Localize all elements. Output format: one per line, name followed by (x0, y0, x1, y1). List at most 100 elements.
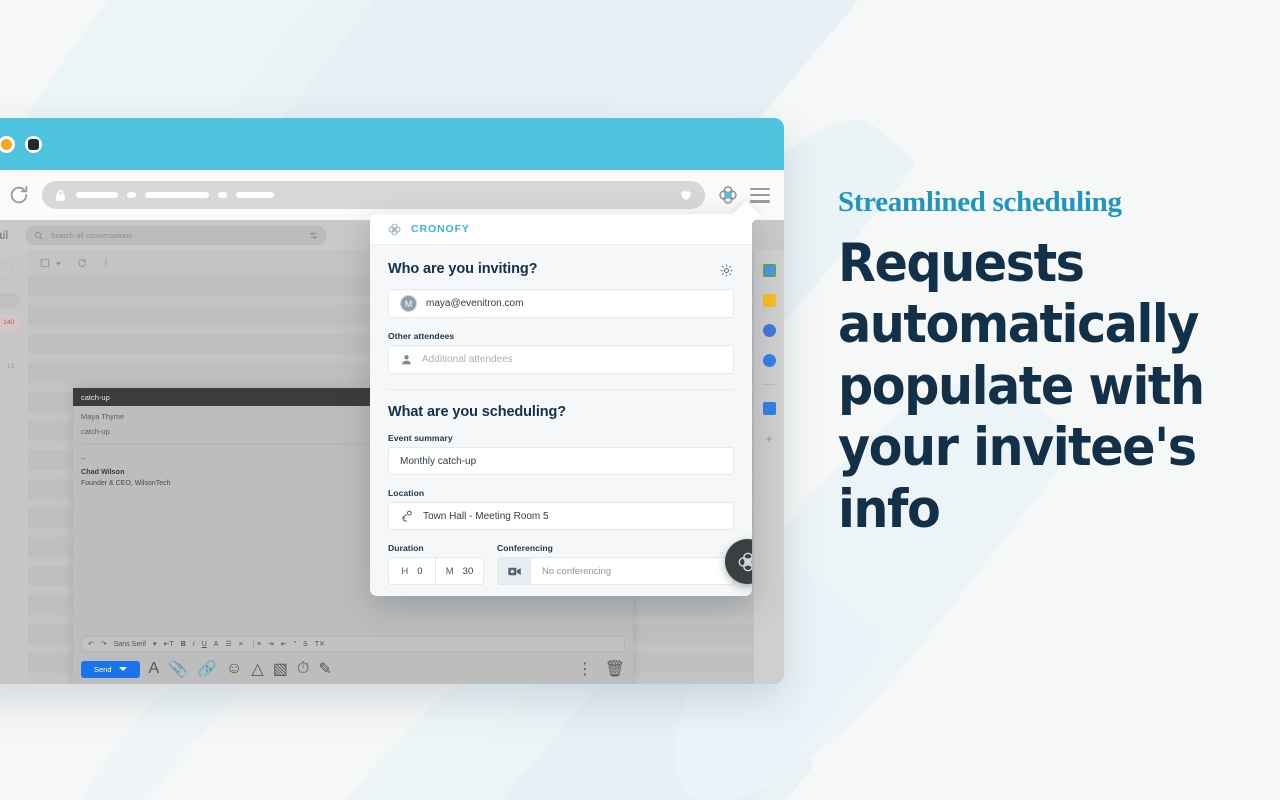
insert-drive-icon[interactable]: △ (251, 659, 263, 679)
format-options-icon[interactable]: A (149, 660, 160, 678)
gmail-search-placeholder: Search all conversations (50, 230, 133, 240)
italic-icon[interactable]: I (193, 641, 195, 648)
calendar-icon[interactable] (762, 264, 776, 277)
indent-less-icon[interactable]: ⇥ (268, 640, 274, 648)
gmail-logo: Gmail (0, 228, 9, 242)
who-section-header: Who are you inviting? (388, 261, 734, 278)
contacts-icon[interactable] (762, 354, 776, 367)
send-options-icon[interactable] (118, 667, 127, 671)
duration-minutes-value: 30 (462, 565, 474, 577)
font-family-select[interactable]: Sans Serif (114, 641, 146, 648)
minimize-button[interactable] (0, 136, 15, 153)
refresh-icon[interactable] (77, 258, 87, 268)
duration-hours-value: 0 (417, 565, 423, 577)
undo-icon[interactable]: ↶ (88, 640, 94, 648)
popup-header: CRONOFY (370, 214, 752, 245)
sidebar-item[interactable] (0, 293, 20, 308)
what-section-title: What are you scheduling? (388, 404, 567, 420)
location-value: Town Hall - Meeting Room 5 (423, 510, 549, 522)
inbox-count: 140 (3, 319, 14, 326)
indent-more-icon[interactable]: ⇤ (281, 640, 287, 648)
numbered-list-icon[interactable]: ≡ (239, 641, 243, 648)
remove-formatting-icon[interactable]: T✕ (315, 640, 325, 648)
more-options-icon[interactable] (101, 258, 111, 268)
rail-divider (761, 384, 777, 385)
sidebar-item[interactable] (0, 381, 20, 396)
send-button[interactable]: Send (81, 660, 140, 678)
who-section-title: Who are you inviting? (388, 261, 538, 277)
duration-minutes-input[interactable]: M 30 (436, 557, 484, 585)
chevron-down-icon[interactable] (54, 259, 63, 268)
browser-navbar (0, 170, 784, 220)
conferencing-value[interactable]: No conferencing (531, 557, 734, 585)
cronofy-popup: CRONOFY Who are you inviting? M maya@eve… (370, 214, 752, 596)
maximize-button[interactable] (25, 136, 42, 153)
duration-label: Duration (388, 543, 424, 553)
underline-icon[interactable]: U (202, 641, 207, 648)
more-options-icon[interactable]: ⋮ (577, 659, 593, 679)
window-controls (0, 136, 42, 153)
section-divider (388, 389, 734, 390)
signature-name: Chad Wilson (81, 466, 125, 476)
strikethrough-icon[interactable]: S (303, 641, 308, 648)
redo-icon[interactable]: ↷ (101, 640, 107, 648)
event-summary-field[interactable]: Monthly catch-up (388, 447, 734, 475)
quote-icon[interactable]: ” (294, 641, 296, 648)
gear-icon[interactable] (719, 263, 734, 278)
duration-hours-unit: H (401, 565, 409, 577)
person-icon (402, 355, 411, 365)
brand-name: CRONOFY (411, 223, 470, 235)
add-icon[interactable]: + (765, 432, 773, 445)
text-color-icon[interactable]: A (214, 641, 219, 648)
drafts-count: 13 (6, 363, 14, 370)
conferencing-label: Conferencing (497, 543, 553, 553)
bulleted-list-icon[interactable]: ⋮≡ (250, 640, 261, 648)
browser-titlebar (0, 118, 784, 170)
compose-toolbar: ↶ ↷ Sans Serif ▾ ⇤T B I U A ☰ ≡ ⋮≡ ⇥ ⇤ ”… (73, 636, 633, 684)
keep-icon[interactable] (762, 294, 776, 307)
font-size-icon[interactable]: ⇤T (164, 640, 174, 648)
insert-link-icon[interactable]: 🔗 (197, 659, 217, 679)
attach-file-icon[interactable]: 📎 (168, 659, 188, 679)
duration-hours-input[interactable]: H 0 (388, 557, 436, 585)
cronofy-logo-icon (738, 552, 752, 571)
search-options-icon[interactable] (309, 231, 318, 240)
other-attendees-field[interactable]: Additional attendees (388, 345, 734, 374)
reload-icon[interactable] (8, 184, 30, 206)
video-camera-icon[interactable] (497, 557, 531, 585)
event-summary-label: Event summary (388, 433, 453, 443)
formatting-toolbar: ↶ ↷ Sans Serif ▾ ⇤T B I U A ☰ ≡ ⋮≡ ⇥ ⇤ ”… (81, 636, 625, 652)
chevron-down-icon[interactable]: ▾ (153, 640, 157, 648)
tasks-icon[interactable] (762, 324, 776, 337)
duration-inputs: H 0 M 30 (388, 557, 484, 585)
insert-emoji-icon[interactable]: ☺ (226, 660, 242, 678)
insert-photo-icon[interactable]: ▧ (273, 659, 288, 679)
gmail-search-input[interactable]: Search all conversations (26, 225, 327, 245)
heart-icon[interactable] (679, 188, 693, 202)
align-icon[interactable]: ☰ (225, 640, 231, 648)
cronofy-extension-icon[interactable] (717, 184, 739, 206)
sidebar-item-drafts[interactable]: 13 (0, 359, 20, 374)
duration-minutes-unit: M (445, 565, 454, 577)
confidential-mode-icon[interactable]: ⏱ (297, 660, 309, 678)
sidebar-item[interactable] (0, 337, 20, 352)
event-summary-value: Monthly catch-up (400, 455, 477, 467)
insert-signature-icon[interactable]: ✎ (318, 659, 331, 679)
bold-icon[interactable]: B (181, 641, 186, 648)
address-bar[interactable] (42, 181, 705, 209)
discard-draft-icon[interactable]: 🗑 (605, 659, 625, 679)
sidebar-item-inbox[interactable]: 140 (0, 315, 20, 330)
gmail-side-rail: + (754, 250, 784, 684)
other-attendees-label: Other attendees (388, 331, 455, 341)
avatar: M (400, 295, 417, 312)
hamburger-menu-icon[interactable] (750, 187, 770, 203)
other-attendees-placeholder: Additional attendees (422, 354, 513, 365)
page-root: Gmail Search all conversations 140 140 1… (0, 0, 1280, 800)
invitee-field[interactable]: M maya@evenitron.com (388, 289, 734, 318)
popup-body: Who are you inviting? M maya@evenitron.c… (370, 245, 752, 585)
conferencing-group: Conferencing No conferencing (497, 530, 734, 585)
compose-button[interactable]: 140 (0, 262, 14, 279)
location-field[interactable]: Town Hall - Meeting Room 5 (388, 502, 734, 530)
chat-icon[interactable] (762, 402, 776, 415)
select-all-checkbox[interactable] (40, 258, 50, 268)
